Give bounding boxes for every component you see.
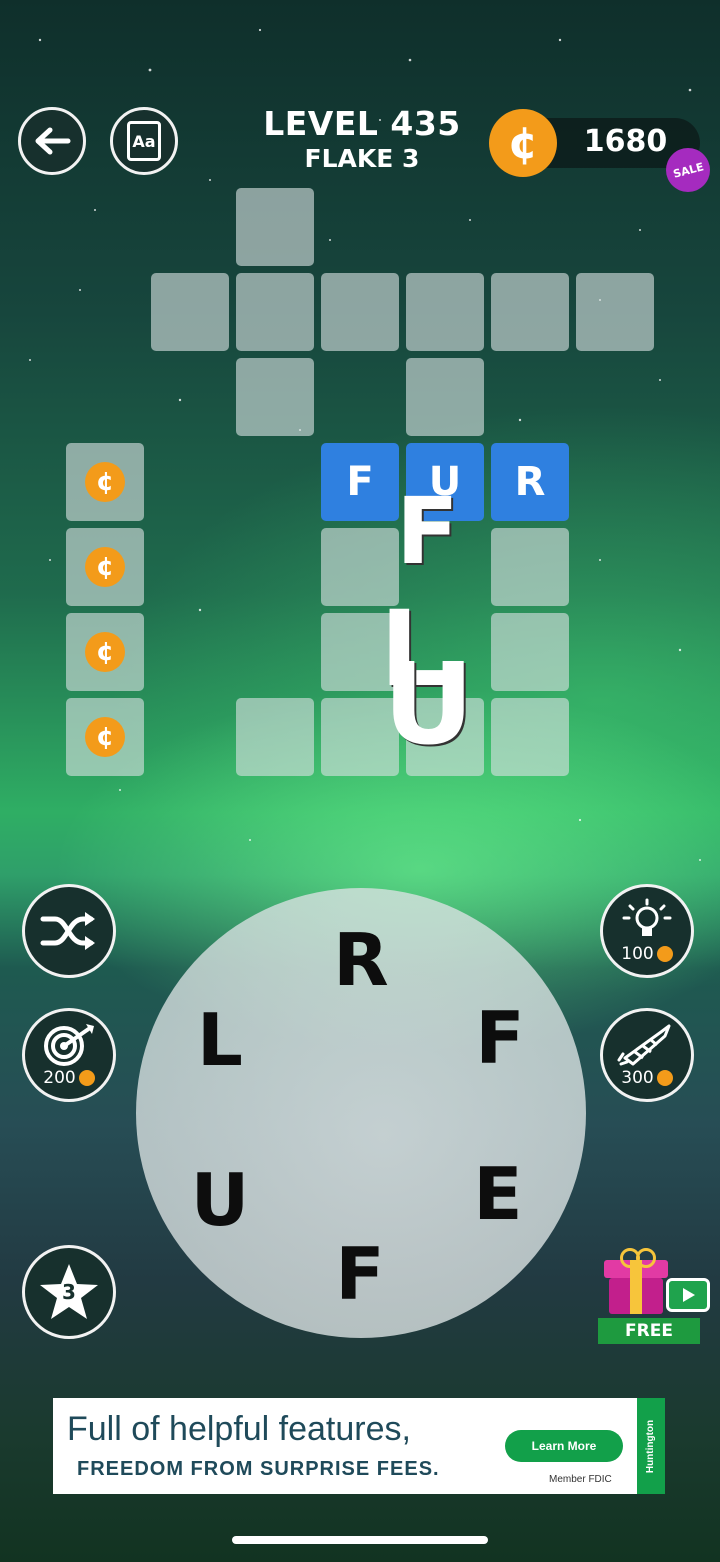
sale-badge[interactable]: SALE	[666, 148, 710, 192]
wheel-letter[interactable]: L	[197, 998, 243, 1082]
shuffle-icon	[40, 912, 95, 950]
level-subtitle: FLAKE 3	[304, 144, 420, 173]
hint-button[interactable]: 100	[600, 884, 694, 978]
level-title: LEVEL 435	[263, 104, 461, 143]
star-icon: 3	[37, 1260, 101, 1324]
dictionary-label: Aa	[132, 131, 156, 151]
board-cell	[406, 358, 484, 436]
coin-icon: ¢	[85, 462, 125, 502]
wheel-letter[interactable]: R	[333, 918, 388, 1002]
board-cell-filled: F	[321, 443, 399, 521]
ad-subline: FREEDOM FROM SURPRISE FEES.	[77, 1458, 440, 1480]
wheel-letter[interactable]: E	[473, 1152, 522, 1236]
board-cell-filled: R	[491, 443, 569, 521]
coin-symbol: ¢	[95, 467, 115, 497]
lightbulb-icon	[622, 898, 672, 936]
free-gift-button[interactable]: FREE	[596, 1232, 714, 1348]
letter-wheel[interactable]: R F E F U L	[136, 888, 586, 1338]
star-count: 3	[62, 1280, 76, 1304]
ad-brand: Huntington	[645, 1419, 657, 1473]
coin-icon	[656, 946, 673, 962]
coin-balance: 1680	[583, 124, 668, 159]
ad-brand-strip: Huntington	[637, 1398, 665, 1494]
floating-letter: F	[396, 478, 459, 585]
board-cell	[491, 528, 569, 606]
rocket-price: 300	[621, 1068, 654, 1088]
floating-letter: U	[383, 640, 474, 770]
target-price: 200	[43, 1068, 76, 1088]
gift-icon	[604, 1246, 668, 1314]
board-cell	[236, 698, 314, 776]
rocket-button[interactable]: 300	[600, 1008, 694, 1102]
board-cell	[491, 273, 569, 351]
sale-badge-label: SALE	[671, 159, 705, 181]
video-play-icon	[666, 1278, 710, 1312]
hint-price-tag: 100	[621, 944, 673, 964]
coin-bonus-cell: ¢	[66, 443, 144, 521]
arrow-left-icon	[35, 127, 71, 155]
board-cell	[236, 188, 314, 266]
coin-symbol: ¢	[95, 552, 115, 582]
board-letter: F	[346, 459, 374, 505]
board-cell	[236, 358, 314, 436]
target-price-tag: 200	[43, 1068, 95, 1088]
gift-free-label: FREE	[598, 1318, 700, 1344]
coin-symbol: ¢	[95, 722, 115, 752]
coin-symbol: ¢	[507, 117, 539, 169]
dictionary-button[interactable]: Aa	[110, 107, 178, 175]
wheel-letter[interactable]: F	[335, 1232, 384, 1316]
rocket-icon	[617, 1024, 671, 1066]
board-cell	[576, 273, 654, 351]
coin-icon: ¢	[489, 109, 557, 177]
coin-symbol: ¢	[95, 637, 115, 667]
board-cell	[491, 613, 569, 691]
coin-bonus-cell: ¢	[66, 698, 144, 776]
board-cell	[321, 273, 399, 351]
hint-price: 100	[621, 944, 654, 964]
wheel-letter[interactable]: F	[475, 996, 524, 1080]
coin-icon: ¢	[85, 547, 125, 587]
ad-disclaimer: Member FDIC	[549, 1474, 612, 1485]
target-button[interactable]: 200	[22, 1008, 116, 1102]
coin-icon: ¢	[85, 632, 125, 672]
board-cell	[491, 698, 569, 776]
board-cell	[151, 273, 229, 351]
coin-bonus-cell: ¢	[66, 528, 144, 606]
coin-icon	[656, 1070, 673, 1086]
back-button[interactable]	[18, 107, 86, 175]
target-icon	[44, 1024, 94, 1066]
wheel-letter[interactable]: U	[191, 1158, 249, 1242]
home-indicator[interactable]	[232, 1536, 488, 1544]
stars-button[interactable]: 3	[22, 1245, 116, 1339]
dictionary-icon: Aa	[127, 121, 161, 161]
board-cell	[236, 273, 314, 351]
coin-icon: ¢	[85, 717, 125, 757]
board-letter: R	[514, 459, 546, 505]
board-cell	[406, 273, 484, 351]
rocket-price-tag: 300	[621, 1068, 673, 1088]
ad-banner[interactable]: Full of helpful features, FREEDOM FROM S…	[53, 1398, 665, 1494]
ad-cta-button[interactable]: Learn More	[505, 1430, 623, 1462]
coin-icon	[78, 1070, 95, 1086]
shuffle-button[interactable]	[22, 884, 116, 978]
ad-headline: Full of helpful features,	[67, 1410, 411, 1448]
coin-bonus-cell: ¢	[66, 613, 144, 691]
